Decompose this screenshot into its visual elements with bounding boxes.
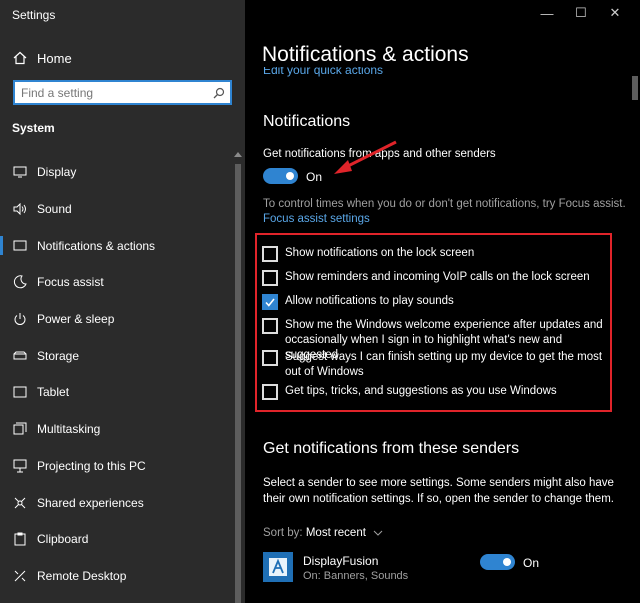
checkbox-row[interactable]: Get tips, tricks, and suggestions as you… — [262, 384, 605, 400]
checkbox[interactable] — [262, 318, 278, 334]
sidebar-item-display[interactable]: Display — [0, 154, 232, 191]
checkbox-label: Suggest ways I can finish setting up my … — [285, 351, 603, 378]
checkbox-row[interactable]: Show reminders and incoming VoIP calls o… — [262, 270, 605, 286]
sidebar-item-storage[interactable]: Storage — [0, 337, 232, 374]
search-input[interactable] — [15, 82, 208, 103]
sidebar-item-projecting[interactable]: Projecting to this PC — [0, 448, 232, 485]
sidebar-item-remote-desktop[interactable]: Remote Desktop — [0, 558, 232, 595]
storage-icon — [12, 348, 28, 364]
red-arrow-icon — [334, 140, 397, 174]
home-nav-item[interactable]: Home — [12, 48, 72, 68]
quick-actions-link-text: Edit your quick actions — [263, 67, 384, 77]
multitasking-icon — [12, 421, 28, 437]
checkbox-label: Show notifications on the lock screen — [285, 247, 475, 259]
quick-actions-link[interactable]: Edit your quick actions — [263, 67, 383, 79]
checkmark-icon — [265, 298, 275, 307]
search-icon[interactable] — [208, 87, 230, 99]
sidebar-item-shared-experiences[interactable]: Shared experiences — [0, 484, 232, 521]
minimize-icon[interactable]: — — [530, 4, 564, 22]
checkbox-row[interactable]: Suggest ways I can finish setting up my … — [262, 350, 605, 380]
main-panel: — ☐ ✕ Notifications & actions Edit your … — [245, 0, 640, 603]
sidebar: Settings Home System Display Sound Notif… — [0, 0, 245, 603]
sidebar-item-focus-assist[interactable]: Focus assist — [0, 264, 232, 301]
remote-desktop-icon — [12, 568, 28, 584]
sidebar-nav: Display Sound Notifications & actions Fo… — [0, 154, 232, 594]
close-icon[interactable]: ✕ — [598, 4, 632, 22]
home-label: Home — [37, 50, 72, 66]
sidebar-scrollbar[interactable] — [233, 150, 243, 603]
sidebar-item-power-sleep[interactable]: Power & sleep — [0, 301, 232, 338]
section-label: System — [12, 121, 55, 135]
chevron-down-icon[interactable] — [373, 530, 383, 536]
senders-description: Select a sender to see more settings. So… — [263, 477, 614, 505]
sidebar-item-label: Tablet — [37, 385, 70, 400]
sidebar-item-label: Power & sleep — [37, 312, 115, 327]
focus-assist-info: To control times when you do or don't ge… — [263, 198, 626, 210]
clipboard-icon — [12, 531, 28, 547]
tablet-icon — [12, 384, 28, 400]
sidebar-item-label: Remote Desktop — [37, 568, 127, 583]
sort-control[interactable]: Sort by: Most recent — [263, 527, 383, 539]
focus-assist-settings-link[interactable]: Focus assist settings — [263, 213, 370, 225]
main-scrollbar[interactable] — [631, 72, 639, 603]
checkbox-row[interactable]: Allow notifications to play sounds — [262, 294, 605, 310]
sidebar-item-label: Focus assist — [37, 275, 104, 290]
checkbox[interactable] — [262, 350, 278, 366]
checkbox-label: Get tips, tricks, and suggestions as you… — [285, 385, 557, 397]
sidebar-item-label: Clipboard — [37, 532, 89, 547]
notifications-icon — [12, 238, 28, 254]
sidebar-item-label: Projecting to this PC — [37, 458, 146, 473]
notifications-heading: Notifications — [263, 113, 351, 130]
scroll-up-arrow-icon[interactable] — [234, 152, 242, 157]
sort-value[interactable]: Most recent — [306, 527, 366, 539]
sound-icon — [12, 201, 28, 217]
page-title: Notifications & actions — [262, 43, 469, 66]
moon-icon — [12, 274, 28, 290]
sidebar-item-tablet[interactable]: Tablet — [0, 374, 232, 411]
get-notifications-state: On — [306, 170, 323, 184]
sidebar-item-sound[interactable]: Sound — [0, 191, 232, 228]
sidebar-item-clipboard[interactable]: Clipboard — [0, 521, 232, 558]
displayfusion-app-icon — [263, 552, 293, 582]
sidebar-item-multitasking[interactable]: Multitasking — [0, 411, 232, 448]
get-notifications-toggle[interactable] — [263, 168, 298, 184]
sidebar-item-label: Sound — [37, 202, 72, 217]
checkbox-label: Show reminders and incoming VoIP calls o… — [285, 271, 590, 283]
sidebar-item-label: Display — [37, 165, 77, 180]
checkbox[interactable] — [262, 384, 278, 400]
power-icon — [12, 311, 28, 327]
sender-toggle-state: On — [523, 556, 540, 570]
sidebar-item-label: Storage — [37, 348, 80, 363]
home-icon — [12, 51, 28, 65]
senders-heading: Get notifications from these senders — [263, 440, 520, 457]
checkbox-checked[interactable] — [262, 294, 278, 310]
scroll-thumb[interactable] — [632, 76, 638, 100]
sidebar-item-notifications-actions[interactable]: Notifications & actions — [0, 227, 232, 264]
sender-detail: On: Banners, Sounds — [303, 570, 409, 582]
sidebar-item-label: Shared experiences — [37, 495, 144, 510]
checkbox-row[interactable]: Show notifications on the lock screen — [262, 246, 605, 262]
projecting-icon — [12, 458, 28, 474]
checkbox[interactable] — [262, 270, 278, 286]
sort-label: Sort by: — [263, 527, 303, 539]
sidebar-item-label: Notifications & actions — [37, 238, 156, 253]
scroll-thumb[interactable] — [235, 164, 241, 603]
shared-experiences-icon — [12, 495, 28, 511]
checkbox[interactable] — [262, 246, 278, 262]
checkbox-label: Allow notifications to play sounds — [285, 295, 454, 307]
sender-name[interactable]: DisplayFusion — [303, 554, 378, 568]
display-icon — [12, 164, 28, 180]
sender-toggle[interactable] — [480, 554, 515, 570]
window-controls: — ☐ ✕ — [530, 4, 632, 22]
app-title: Settings — [12, 8, 56, 22]
sidebar-item-label: Multitasking — [37, 422, 101, 437]
maximize-icon[interactable]: ☐ — [564, 4, 598, 22]
search-box[interactable] — [13, 80, 232, 105]
